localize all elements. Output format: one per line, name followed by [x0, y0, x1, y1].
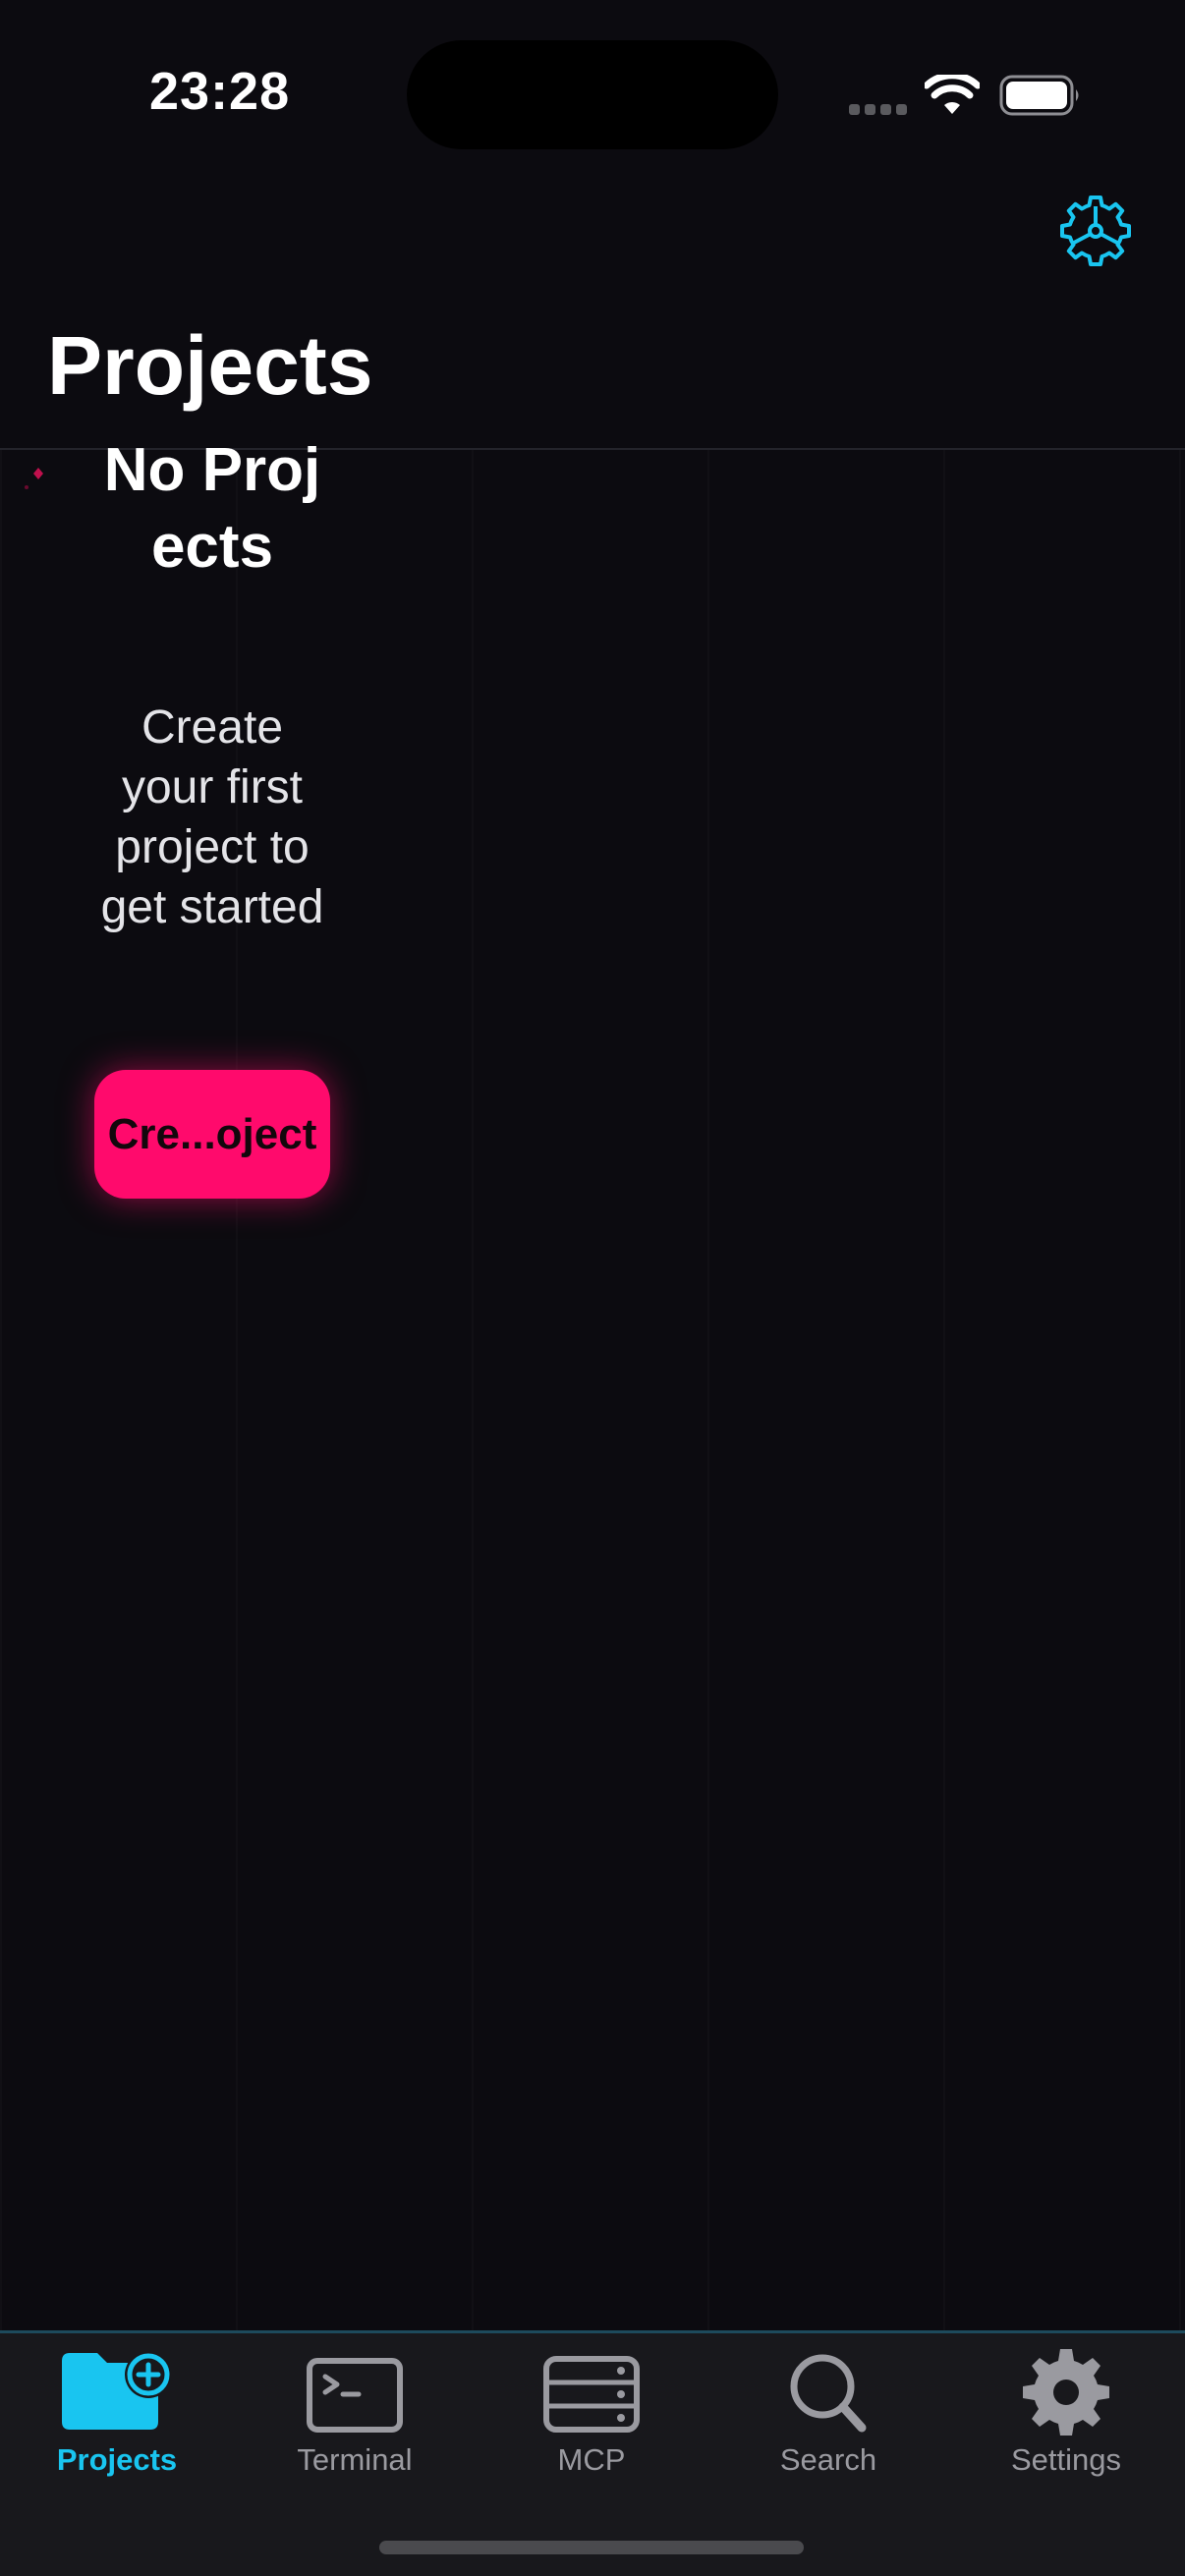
folder-plus-icon	[62, 2351, 172, 2430]
server-icon	[543, 2356, 640, 2433]
wifi-icon	[925, 75, 980, 114]
tab-settings[interactable]: Settings	[953, 2333, 1179, 2500]
page-title: Projects	[47, 319, 373, 412]
tab-search[interactable]: Search	[715, 2333, 941, 2500]
tab-bar: Projects Terminal MCP Search Settings	[0, 2330, 1185, 2576]
empty-state-message: Create your first project to get started	[100, 701, 324, 933]
tab-label-terminal: Terminal	[297, 2442, 413, 2477]
projects-screen: 23:28 Projects No Projects Create your f…	[0, 0, 1185, 2576]
search-icon	[790, 2354, 867, 2433]
tab-label-mcp: MCP	[557, 2442, 626, 2477]
sparkle-icon	[25, 468, 43, 489]
create-project-button[interactable]: Cre...oject	[94, 1070, 330, 1199]
status-time: 23:28	[149, 62, 291, 121]
cellular-signal-icon	[849, 104, 908, 116]
battery-icon	[999, 75, 1079, 116]
dynamic-island	[407, 40, 778, 149]
gear-icon	[1023, 2349, 1109, 2436]
gear-icon[interactable]	[1058, 194, 1133, 268]
empty-state-title: No Projects	[103, 436, 321, 581]
tab-label-settings: Settings	[1010, 2442, 1121, 2477]
tab-mcp[interactable]: MCP	[479, 2333, 705, 2500]
tab-label-search: Search	[779, 2442, 877, 2477]
tab-terminal[interactable]: Terminal	[242, 2333, 468, 2500]
terminal-icon	[307, 2358, 403, 2433]
tab-projects[interactable]: Projects	[4, 2333, 230, 2500]
tab-label-projects: Projects	[56, 2442, 178, 2477]
home-indicator[interactable]	[379, 2541, 804, 2554]
